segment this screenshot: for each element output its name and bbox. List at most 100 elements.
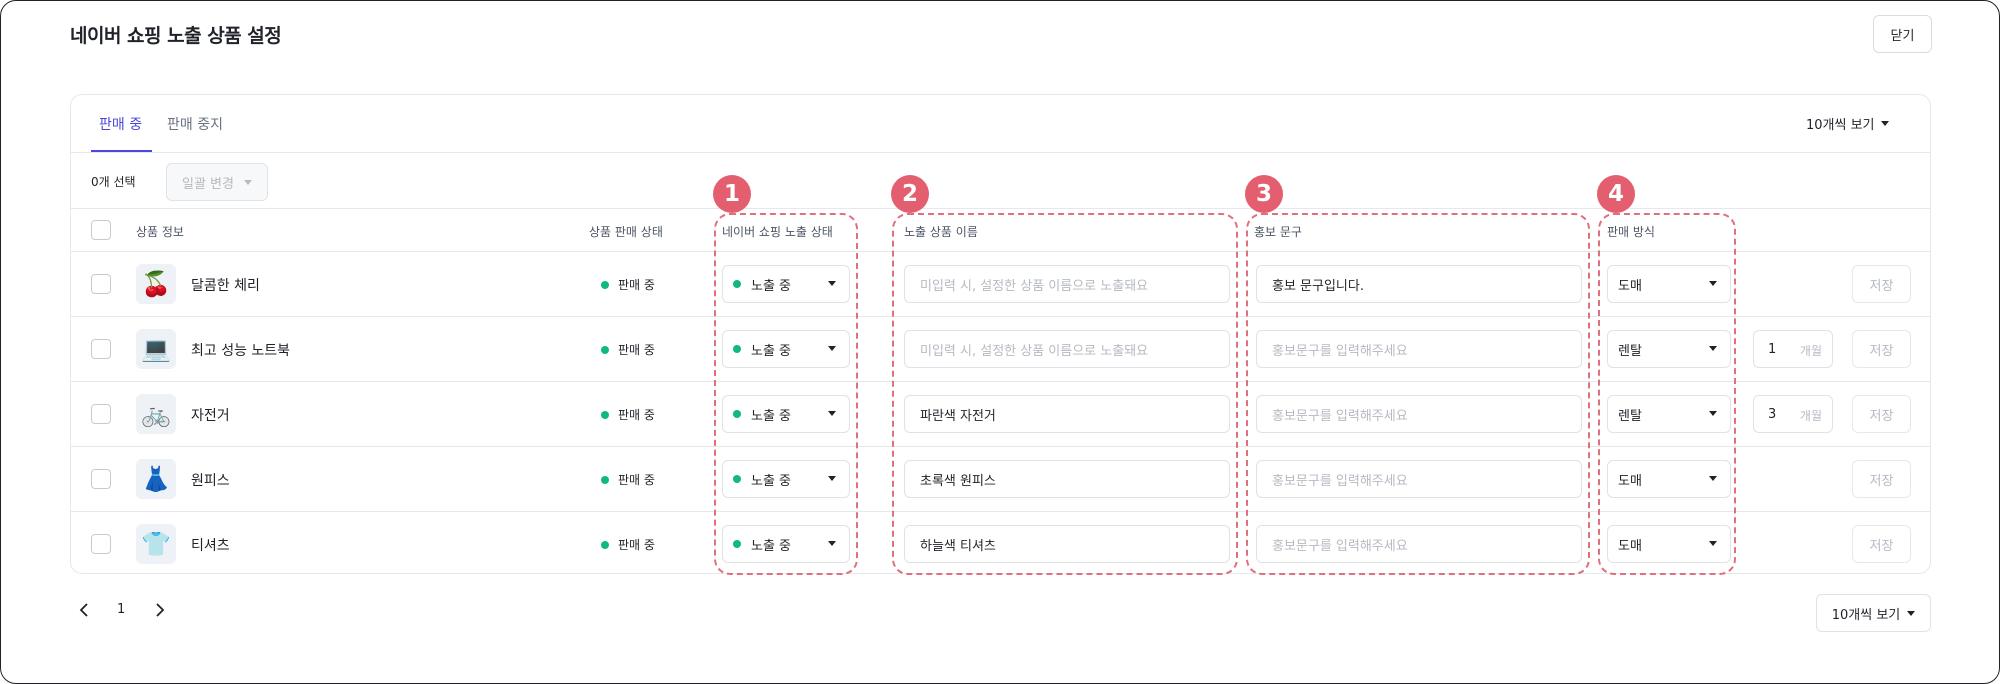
tab-bar: 판매 중 판매 중지 10개씩 보기 (71, 95, 1930, 153)
product-name: 달콤한 체리 (191, 278, 260, 294)
exposure-name-input[interactable]: 하늘색 티셔츠 (904, 525, 1230, 563)
exposure-status-select[interactable]: 노출 중 (722, 460, 850, 498)
modal-window: 네이버 쇼핑 노출 상품 설정 닫기 판매 중 판매 중지 10개씩 보기 0개… (0, 0, 2000, 684)
sale-method-value: 도매 (1618, 538, 1642, 554)
status-dot-icon (601, 410, 609, 419)
sale-status: 판매 중 (601, 536, 655, 553)
status-dot-icon (733, 475, 741, 483)
sale-method-value: 렌탈 (1618, 408, 1642, 424)
sale-method-value: 렌탈 (1618, 343, 1642, 359)
status-dot-icon (733, 410, 741, 418)
product-table-card: 판매 중 판매 중지 10개씩 보기 0개 선택 일괄 변경 상품 정보 상품 … (70, 94, 1931, 574)
caret-down-icon (828, 346, 836, 351)
promo-text-input[interactable]: 홍보문구를 입력해주세요 (1256, 525, 1582, 563)
exposure-name-input[interactable]: 미입력 시, 설정한 상품 이름으로 노출돼요 (904, 330, 1230, 368)
row-checkbox[interactable] (91, 404, 111, 424)
caret-down-icon (1709, 281, 1717, 286)
col-sale-method: 판매 방식 (1607, 225, 1655, 239)
sale-status: 판매 중 (601, 276, 655, 293)
exposure-status-select[interactable]: 노출 중 (722, 330, 850, 368)
table-row: 💻 최고 성능 노트북 판매 중 노출 중 미입력 시, 설정한 상품 이름으로 노출돼… (71, 317, 1930, 382)
caret-down-icon (1709, 476, 1717, 481)
sale-method-select[interactable]: 렌탈 (1607, 395, 1731, 433)
bulk-change-label: 일괄 변경 (182, 176, 234, 192)
caret-down-icon (828, 476, 836, 481)
status-dot-icon (601, 475, 609, 484)
current-page-number[interactable]: 1 (117, 602, 125, 617)
annotation-badge-2: 2 (891, 175, 929, 213)
chevron-left-icon (79, 603, 88, 617)
sale-method-select[interactable]: 도매 (1607, 525, 1731, 563)
rental-period-unit: 개월 (1799, 409, 1822, 423)
active-tab-indicator (91, 150, 152, 152)
page-size-select-bottom[interactable]: 10개씩 보기 (1816, 594, 1931, 632)
exposure-status-select[interactable]: 노출 중 (722, 525, 850, 563)
promo-text-input[interactable]: 홍보문구를 입력해주세요 (1256, 395, 1582, 433)
col-promo-text: 홍보 문구 (1254, 225, 1302, 239)
laptop-icon: 💻 (136, 329, 176, 369)
status-dot-icon (733, 540, 741, 548)
bulk-change-button[interactable]: 일괄 변경 (166, 163, 268, 201)
status-dot-icon (733, 280, 741, 288)
exposure-status-select[interactable]: 노출 중 (722, 265, 850, 303)
cherry-icon: 🍒 (136, 264, 176, 304)
col-sale-status: 상품 판매 상태 (589, 225, 663, 239)
rental-period-input[interactable]: 1 개월 (1753, 330, 1833, 368)
sale-method-select[interactable]: 도매 (1607, 265, 1731, 303)
next-page-button[interactable] (151, 602, 167, 618)
sale-method-select[interactable]: 도매 (1607, 460, 1731, 498)
annotation-badge-1: 1 (713, 175, 751, 213)
annotation-badge-4: 4 (1597, 175, 1635, 213)
page-size-select-top[interactable]: 10개씩 보기 (1806, 114, 1889, 133)
col-exposure-name: 노출 상품 이름 (904, 225, 978, 239)
save-button[interactable]: 저장 (1852, 525, 1911, 563)
product-name: 최고 성능 노트북 (191, 343, 291, 359)
caret-down-icon (828, 541, 836, 546)
save-button[interactable]: 저장 (1852, 265, 1911, 303)
caret-down-icon (1709, 346, 1717, 351)
tab-sale-stopped[interactable]: 판매 중지 (167, 114, 223, 134)
exposure-status-value: 노출 중 (751, 278, 792, 294)
bulk-action-bar: 0개 선택 일괄 변경 (71, 153, 1930, 209)
row-checkbox[interactable] (91, 339, 111, 359)
sale-method-value: 도매 (1618, 473, 1642, 489)
sale-method-value: 도매 (1618, 278, 1642, 294)
exposure-name-input[interactable]: 파란색 자전거 (904, 395, 1230, 433)
save-button[interactable]: 저장 (1852, 330, 1911, 368)
col-product-info: 상품 정보 (136, 225, 184, 239)
exposure-name-input[interactable]: 초록색 원피스 (904, 460, 1230, 498)
rental-period-input[interactable]: 3 개월 (1753, 395, 1833, 433)
promo-text-input[interactable]: 홍보 문구입니다. (1256, 265, 1582, 303)
promo-text-input[interactable]: 홍보문구를 입력해주세요 (1256, 460, 1582, 498)
sale-status-label: 판매 중 (618, 278, 655, 292)
table-row: 👗 원피스 판매 중 노출 중 초록색 원피스 홍보문구를 입력해주세요 도매 저장 (71, 447, 1930, 512)
tab-on-sale[interactable]: 판매 중 (99, 114, 142, 134)
caret-down-icon (1907, 610, 1916, 616)
save-button[interactable]: 저장 (1852, 460, 1911, 498)
table-row: 👕 티셔츠 판매 중 노출 중 하늘색 티셔츠 홍보문구를 입력해주세요 도매 저장 (71, 512, 1930, 577)
annotation-badge-3: 3 (1245, 175, 1283, 213)
page-size-label: 10개씩 보기 (1831, 607, 1901, 623)
exposure-name-input[interactable]: 미입력 시, 설정한 상품 이름으로 노출돼요 (904, 265, 1230, 303)
chevron-right-icon (156, 603, 165, 617)
row-checkbox[interactable] (91, 534, 111, 554)
sale-status: 판매 중 (601, 341, 655, 358)
caret-down-icon (828, 411, 836, 416)
status-dot-icon (601, 540, 609, 549)
exposure-status-select[interactable]: 노출 중 (722, 395, 850, 433)
row-checkbox[interactable] (91, 274, 111, 294)
page-size-label: 10개씩 보기 (1806, 118, 1875, 133)
prev-page-button[interactable] (77, 602, 93, 618)
table-row: 🍒 달콤한 체리 판매 중 노출 중 미입력 시, 설정한 상품 이름으로 노출돼요 홍보… (71, 252, 1930, 317)
save-button[interactable]: 저장 (1852, 395, 1911, 433)
rental-period-value: 1 (1768, 342, 1777, 357)
sale-method-select[interactable]: 렌탈 (1607, 330, 1731, 368)
close-button[interactable]: 닫기 (1873, 15, 1932, 53)
tshirt-icon: 👕 (136, 524, 176, 564)
status-dot-icon (601, 345, 609, 354)
row-checkbox[interactable] (91, 469, 111, 489)
promo-text-input[interactable]: 홍보문구를 입력해주세요 (1256, 330, 1582, 368)
select-all-checkbox[interactable] (91, 220, 111, 240)
exposure-status-value: 노출 중 (751, 473, 792, 489)
exposure-status-value: 노출 중 (751, 408, 792, 424)
